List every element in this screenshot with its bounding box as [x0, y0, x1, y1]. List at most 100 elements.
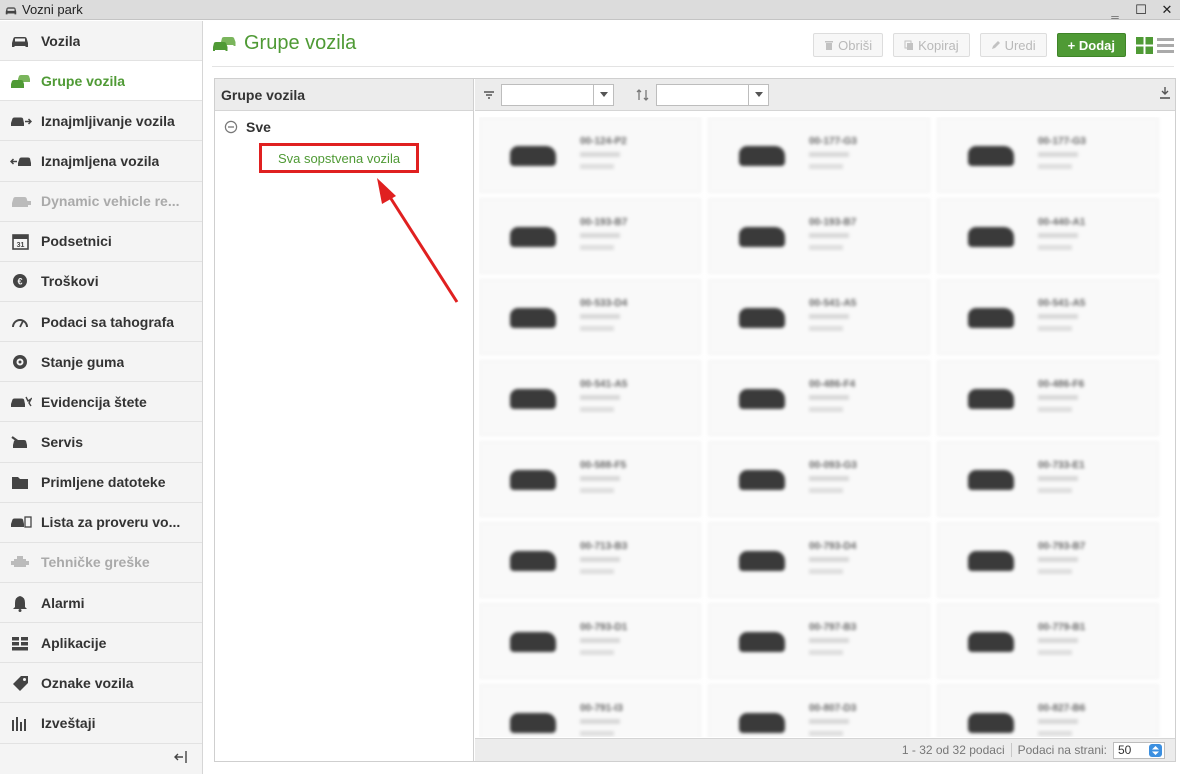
sidebar-item-0[interactable]: Vozila [0, 21, 202, 62]
car-icon [968, 713, 1014, 733]
sidebar-item-16[interactable]: Oznake vozila [0, 663, 202, 704]
sidebar-item-8[interactable]: Stanje guma [0, 342, 202, 383]
pencil-icon [991, 41, 1000, 49]
sort-combo[interactable] [656, 83, 769, 106]
vehicle-tile[interactable]: 00-193-B7 [479, 198, 701, 274]
car-icon [968, 551, 1014, 571]
car-icon [510, 227, 556, 247]
sidebar-item-4[interactable]: Dynamic vehicle re... [0, 182, 202, 222]
vehicle-tile[interactable]: 00-541-A5 [479, 360, 701, 436]
sidebar-item-17[interactable]: Izveštaji [0, 703, 202, 744]
euro-icon: € [10, 272, 32, 290]
vehicle-tile[interactable]: 00-440-A1 [937, 198, 1159, 274]
tree-node-label: Sva sopstvena vozila [277, 150, 401, 166]
sidebar-item-1[interactable]: Grupe vozila [0, 61, 202, 102]
chevron-down-icon[interactable] [748, 84, 768, 105]
car-icon [510, 713, 556, 733]
download-icon[interactable] [1159, 86, 1171, 100]
sidebar-item-5[interactable]: 31 Podsetnici [0, 222, 202, 262]
vehicle-tile[interactable]: 00-827-B6 [937, 684, 1159, 737]
maximize-icon[interactable]: ☐ [1134, 2, 1148, 18]
vehicle-tile[interactable]: 00-733-E1 [937, 441, 1159, 517]
minimize-icon[interactable]: ‗ [1108, 3, 1122, 18]
vehicle-tile[interactable]: 00-793-D1 [479, 603, 701, 679]
car-icon [739, 146, 785, 166]
vehicle-tile[interactable]: 00-793-B7 [937, 522, 1159, 598]
copy-button[interactable]: Kopiraj [893, 33, 970, 57]
vehicle-tile[interactable]: 00-193-B7 [708, 198, 930, 274]
tile-plate: 00-124-P2 [580, 136, 627, 147]
chevron-down-icon[interactable] [593, 84, 613, 105]
filter-combo[interactable] [501, 83, 614, 106]
vehicle-tile[interactable]: 00-779-B1 [937, 603, 1159, 679]
sidebar-item-label: Troškovi [41, 273, 99, 290]
sidebar: Vozila Grupe vozila Iznajmljivanje vozila I… [0, 21, 203, 774]
sidebar-item-label: Podsetnici [41, 233, 112, 250]
car-icon [739, 227, 785, 247]
sidebar-item-10[interactable]: Servis [0, 422, 202, 463]
add-button[interactable]: + Dodaj [1056, 33, 1126, 57]
cars-group-icon [213, 36, 236, 51]
sidebar-item-13[interactable]: Tehničke greške [0, 543, 202, 583]
car-icon [10, 32, 32, 50]
vehicle-tile[interactable]: 00-486-F4 [708, 360, 930, 436]
spinner-icon[interactable] [1149, 743, 1162, 757]
sidebar-item-label: Podaci sa tahografa [41, 313, 175, 330]
svg-text:€: € [17, 277, 22, 287]
close-icon[interactable]: ✕ [1160, 2, 1174, 18]
sidebar-item-14[interactable]: Alarmi [0, 583, 202, 624]
vehicle-tile[interactable]: 00-797-B3 [708, 603, 930, 679]
dynamic-car-icon [10, 192, 32, 210]
vehicle-tile[interactable]: 00-093-G3 [708, 441, 930, 517]
collapse-left-icon[interactable] [174, 750, 188, 764]
sidebar-item-label: Grupe vozila [41, 72, 126, 89]
sidebar-item-12[interactable]: Lista za proveru vo... [0, 503, 202, 543]
tile-plate: 00-733-E1 [1038, 460, 1085, 471]
car-icon [5, 6, 17, 14]
sort-icon [636, 88, 649, 101]
vehicle-tile[interactable]: 00-541-A5 [708, 279, 930, 355]
toolbar: Obriši Kopiraj Uredi + Dodaj [813, 33, 1174, 57]
delete-button[interactable]: Obriši [813, 33, 884, 57]
tree-root-node[interactable]: Sve [215, 119, 473, 135]
edit-button[interactable]: Uredi [979, 33, 1047, 57]
vehicle-tile[interactable]: 00-713-B3 [479, 522, 701, 598]
cars-group-icon [10, 72, 32, 90]
vehicle-tile[interactable]: 00-124-P2 [479, 117, 701, 193]
tree-node-own-vehicles[interactable]: Sva sopstvena vozila [259, 143, 419, 173]
vehicle-tile[interactable]: 00-533-D4 [479, 279, 701, 355]
sidebar-item-6[interactable]: € Troškovi [0, 262, 202, 302]
sidebar-item-label: Stanje guma [41, 353, 125, 370]
vehicle-tile[interactable]: 00-793-D4 [708, 522, 930, 598]
collapse-circle-icon[interactable] [224, 120, 238, 134]
filter-input[interactable] [502, 84, 593, 105]
sidebar-item-9[interactable]: Evidencija štete [0, 382, 202, 423]
page-header: Grupe vozila [212, 32, 356, 55]
vehicle-tile[interactable]: 00-541-A5 [937, 279, 1159, 355]
car-icon [968, 227, 1014, 247]
sidebar-item-2[interactable]: Iznajmljivanje vozila [0, 101, 202, 142]
list-view-icon[interactable] [1157, 37, 1174, 54]
sidebar-item-15[interactable]: Aplikacije [0, 623, 202, 664]
sort-input[interactable] [657, 84, 748, 105]
sidebar-item-label: Evidencija štete [41, 393, 147, 410]
car-icon [968, 146, 1014, 166]
vehicle-tile[interactable]: 00-486-F6 [937, 360, 1159, 436]
vehicle-tile[interactable]: 00-791-I3 [479, 684, 701, 737]
vehicle-tile[interactable]: 00-807-D3 [708, 684, 930, 737]
sidebar-item-3[interactable]: Iznajmljena vozila [0, 141, 202, 182]
copy-icon [904, 40, 914, 50]
tile-plate: 00-791-I3 [580, 703, 623, 714]
vehicle-tile[interactable]: 00-588-F5 [479, 441, 701, 517]
car-icon [739, 389, 785, 409]
sidebar-item-11[interactable]: Primljene datoteke [0, 463, 202, 503]
car-out-icon [10, 112, 32, 130]
grid-view-icon[interactable] [1136, 36, 1153, 54]
tile-plate: 00-797-B3 [809, 622, 857, 633]
sidebar-item-7[interactable]: Podaci sa tahografa [0, 302, 202, 343]
sidebar-item-label: Aplikacije [41, 634, 107, 651]
tag-icon [10, 674, 32, 692]
vehicle-tile[interactable]: 00-177-G3 [708, 117, 930, 193]
vehicle-tile[interactable]: 00-177-G3 [937, 117, 1159, 193]
per-page-select[interactable]: 50 [1113, 741, 1165, 759]
